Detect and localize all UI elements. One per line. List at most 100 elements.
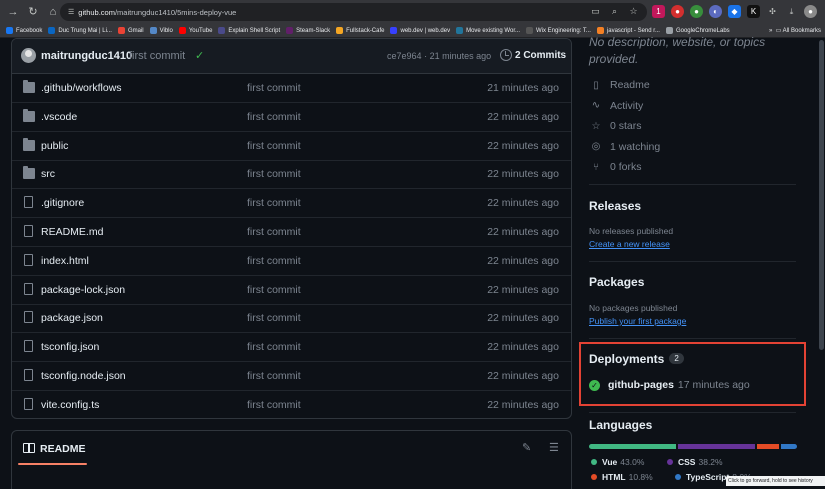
extension-icon[interactable]: 1 (652, 5, 665, 18)
file-commit-message[interactable]: first commit (247, 197, 301, 209)
bookmark-item[interactable]: Fullstack-Cafe (336, 27, 384, 34)
bookmark-item[interactable]: GoogleChromeLabs (665, 27, 730, 34)
extension-icon[interactable]: ● (690, 5, 703, 18)
bookmark-item[interactable]: YouTube (178, 27, 212, 34)
language-item[interactable]: HTML 10.8% (591, 472, 653, 482)
file-commit-message[interactable]: first commit (247, 226, 301, 238)
site-info-icon[interactable]: ☰ (68, 8, 74, 16)
cast-icon[interactable]: ▭ (590, 6, 601, 17)
file-age: 22 minutes ago (487, 312, 559, 325)
file-name[interactable]: .github/workflows (41, 82, 122, 94)
reload-icon[interactable]: ↻ (26, 5, 40, 19)
avatar[interactable] (21, 48, 36, 63)
deployment-item[interactable]: ✓ github-pages 17 minutes ago (589, 379, 750, 391)
deployments-heading[interactable]: Deployments 2 (589, 352, 684, 366)
file-name[interactable]: src (41, 168, 55, 180)
file-commit-message[interactable]: first commit (247, 370, 301, 382)
check-icon[interactable]: ✓ (195, 49, 204, 62)
file-commit-message[interactable]: first commit (247, 284, 301, 296)
bookmark-item[interactable]: web.dev | web.dev (390, 27, 450, 34)
file-name[interactable]: index.html (41, 255, 89, 267)
table-row[interactable]: public first commit 22 minutes ago (12, 132, 571, 161)
bookmark-item[interactable]: Explain Shell Script (218, 27, 280, 34)
bookmark-item[interactable]: Viblo (149, 27, 173, 34)
sidebar-link-readme[interactable]: ▯ Readme (590, 79, 649, 91)
download-icon[interactable]: ⤓ (785, 5, 798, 18)
language-bar-segment[interactable] (780, 444, 797, 449)
table-row[interactable]: src first commit 22 minutes ago (12, 160, 571, 190)
language-bar-segment[interactable] (677, 444, 756, 449)
fork-icon: ⑂ (593, 161, 599, 173)
deployment-environment[interactable]: github-pages (608, 379, 674, 391)
sidebar-link-0-stars[interactable]: ☆ 0 stars (590, 120, 642, 132)
history-icon[interactable] (500, 49, 512, 61)
table-row[interactable]: tsconfig.json first commit 22 minutes ago (12, 333, 571, 363)
bookmark-star-icon[interactable]: ☆ (628, 6, 639, 17)
pencil-icon[interactable]: ✎ (522, 441, 531, 454)
table-row[interactable]: .vscode first commit 22 minutes ago (12, 103, 571, 132)
file-name[interactable]: package.json (41, 312, 103, 324)
bookmark-item[interactable]: Move existing Wor... (456, 27, 520, 34)
extensions-puzzle-icon[interactable]: ✣ (766, 5, 779, 18)
file-commit-message[interactable]: first commit (247, 341, 301, 353)
bookmark-item[interactable]: Facebook (6, 27, 42, 34)
file-name[interactable]: public (41, 140, 68, 152)
table-row[interactable]: package-lock.json first commit 22 minutes … (12, 276, 571, 305)
file-commit-message[interactable]: first commit (247, 168, 301, 180)
packages-heading[interactable]: Packages (589, 275, 644, 289)
file-name[interactable]: package-lock.json (41, 284, 125, 296)
file-name[interactable]: vite.config.ts (41, 399, 99, 411)
scrollbar-thumb[interactable] (819, 40, 824, 350)
language-item[interactable]: Vue 43.0% (591, 457, 644, 467)
file-commit-message[interactable]: first commit (247, 255, 301, 267)
readme-tab[interactable]: README (40, 443, 86, 455)
sidebar-link-activity[interactable]: ∿ Activity (590, 100, 643, 112)
table-row[interactable]: index.html first commit 22 minutes ago (12, 247, 571, 276)
commits-link[interactable]: 2 Commits (515, 50, 566, 61)
commit-author[interactable]: maitrungduc1410 (41, 50, 132, 62)
extension-icon[interactable]: ◐ (709, 5, 722, 18)
bookmark-favicon-icon (390, 27, 398, 34)
file-commit-message[interactable]: first commit (247, 312, 301, 324)
home-icon[interactable]: ⌂ (46, 5, 60, 19)
language-bar-segment[interactable] (757, 444, 779, 449)
file-commit-message[interactable]: first commit (247, 140, 301, 152)
file-commit-message[interactable]: first commit (247, 399, 301, 411)
publish-package-link[interactable]: Publish your first package (589, 316, 686, 326)
table-row[interactable]: .github/workflows first commit 21 minutes … (12, 74, 571, 103)
sidebar-link-1-watching[interactable]: ◎ 1 watching (590, 141, 661, 153)
table-row[interactable]: .gitignore first commit 22 minutes ago (12, 189, 571, 219)
table-row[interactable]: tsconfig.node.json first commit 22 minutes… (12, 362, 571, 391)
file-name[interactable]: tsconfig.node.json (41, 370, 126, 382)
bookmark-item[interactable]: Duc Trung Mai | Li... (48, 27, 112, 34)
commit-message[interactable]: first commit (129, 50, 185, 62)
create-release-link[interactable]: Create a new release (589, 239, 670, 249)
bookmark-item[interactable]: Wix Engineering: T... (526, 27, 591, 34)
outline-list-icon[interactable]: ☰ (549, 441, 559, 454)
forward-icon[interactable]: → (6, 5, 20, 19)
address-bar[interactable]: ☰ github.com/maitrungduc1410/5mins-deplo… (60, 3, 647, 21)
language-item[interactable]: CSS 38.2% (667, 457, 723, 467)
releases-heading[interactable]: Releases (589, 199, 641, 213)
file-name[interactable]: .gitignore (41, 197, 84, 209)
file-commit-message[interactable]: first commit (247, 82, 301, 94)
extension-icon[interactable]: ◆ (728, 5, 741, 18)
bookmark-item[interactable]: Steam-Slack (286, 27, 330, 34)
table-row[interactable]: vite.config.ts first commit 22 minutes ago (12, 391, 571, 418)
profile-avatar[interactable]: ● (804, 5, 817, 18)
extension-icon[interactable]: ● (671, 5, 684, 18)
file-name[interactable]: README.md (41, 226, 103, 238)
file-commit-message[interactable]: first commit (247, 111, 301, 123)
extension-icon[interactable]: K (747, 5, 760, 18)
all-bookmarks[interactable]: » ▭ All Bookmarks (769, 27, 821, 34)
commit-hash[interactable]: ce7e964 (387, 51, 422, 61)
zoom-icon[interactable]: ⌕ (609, 6, 620, 17)
table-row[interactable]: package.json first commit 22 minutes ago (12, 304, 571, 334)
bookmark-item[interactable]: Gmail (117, 27, 144, 34)
sidebar-link-0-forks[interactable]: ⑂ 0 forks (590, 161, 642, 173)
table-row[interactable]: README.md first commit 22 minutes ago (12, 218, 571, 247)
language-bar-segment[interactable] (589, 444, 676, 449)
file-name[interactable]: .vscode (41, 111, 77, 123)
bookmark-item[interactable]: javascript - Send r... (596, 27, 660, 34)
file-name[interactable]: tsconfig.json (41, 341, 99, 353)
